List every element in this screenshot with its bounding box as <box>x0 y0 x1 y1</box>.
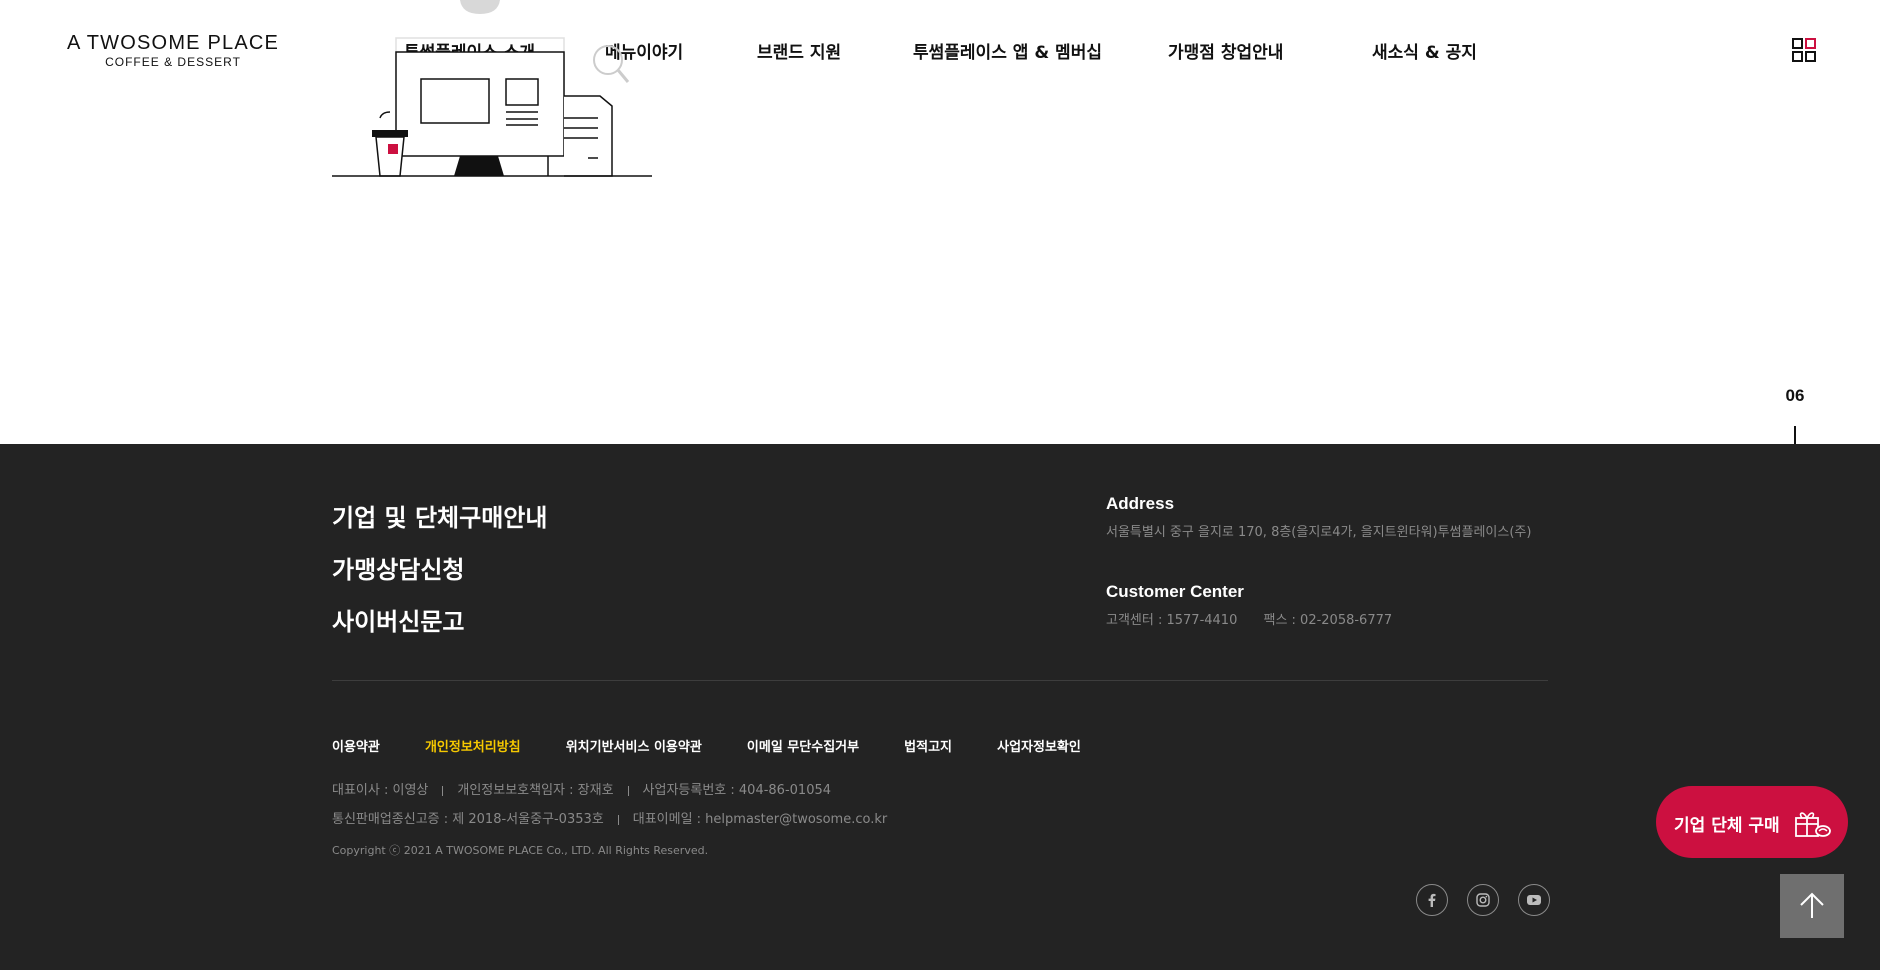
social-links <box>1416 884 1564 916</box>
customer-fax: 팩스 : 02-2058-6777 <box>1263 613 1393 628</box>
quick-link-franchise-consult[interactable]: 가맹상담신청 <box>332 544 547 596</box>
grid-menu-icon[interactable] <box>1792 38 1816 62</box>
desk-illustration <box>332 0 652 180</box>
cta-label: 기업 단체 구매 <box>1674 816 1780 836</box>
policy-business-info[interactable]: 사업자정보확인 <box>997 740 1081 755</box>
logo-sub-text: COFFEE & DESSERT <box>105 55 241 69</box>
corp-mail-order-number: 통신판매업종신고증 : 제 2018-서울중구-0353호 <box>332 812 604 827</box>
corp-biz-number: 사업자등록번호 : 404-86-01054 <box>642 783 832 798</box>
policy-legal[interactable]: 법적고지 <box>904 740 952 755</box>
nav-item-app-membership[interactable]: 투썸플레이스 앱 & 멤버십 <box>913 38 1102 63</box>
customer-phone: 고객센터 : 1577-4410 <box>1106 613 1238 628</box>
corp-privacy-officer: 개인정보보호책임자 : 장재호 <box>457 783 614 798</box>
site-header: A TWOSOME PLACE COFFEE & DESSERT 투썸플레이스 … <box>0 0 1880 100</box>
scroll-top-button[interactable] <box>1780 874 1844 938</box>
nav-item-franchise[interactable]: 가맹점 창업안내 <box>1168 38 1283 63</box>
policy-privacy[interactable]: 개인정보처리방침 <box>425 740 521 755</box>
policy-terms[interactable]: 이용약관 <box>332 740 380 755</box>
policy-email-refusal[interactable]: 이메일 무단수집거부 <box>747 740 859 755</box>
logo-main-text: A TWOSOME PLACE <box>66 32 280 54</box>
customer-center-text: 고객센터 : 1577-4410 팩스 : 02-2058-6777 <box>1106 612 1566 630</box>
footer-quick-links: 기업 및 단체구매안내 가맹상담신청 사이버신문고 <box>332 492 547 648</box>
footer-divider <box>332 680 1548 681</box>
page-current: 06 <box>1785 386 1805 405</box>
corp-email: 대표이메일 : helpmaster@twosome.co.kr <box>632 812 888 827</box>
corp-ceo: 대표이사 : 이영상 <box>332 783 429 798</box>
youtube-icon[interactable] <box>1518 884 1551 916</box>
policy-location-terms[interactable]: 위치기반서비스 이용약관 <box>566 740 702 755</box>
customer-center-title: Customer Center <box>1106 582 1244 601</box>
nav-item-brand[interactable]: 브랜드 지원 <box>757 38 841 63</box>
copyright-text: Copyright ⓒ 2021 A TWOSOME PLACE Co., LT… <box>332 844 709 857</box>
quick-link-corporate-purchase[interactable]: 기업 및 단체구매안내 <box>332 492 547 544</box>
footer-contact-info: Address 서울특별시 중구 을지로 170, 8층(을지로4가, 을지트윈… <box>1106 494 1566 630</box>
address-title: Address <box>1106 494 1175 513</box>
site-footer: 기업 및 단체구매안내 가맹상담신청 사이버신문고 Address 서울특별시 … <box>0 444 1880 970</box>
arrow-up-icon <box>1800 892 1824 918</box>
corporate-purchase-button[interactable]: 기업 단체 구매 <box>1656 786 1848 858</box>
quick-link-cyber-complaint[interactable]: 사이버신문고 <box>332 596 547 648</box>
instagram-icon[interactable] <box>1467 884 1500 916</box>
footer-policy-links: 이용약관 개인정보처리방침 위치기반서비스 이용약관 이메일 무단수집거부 법적… <box>332 736 1121 755</box>
gift-coffee-icon <box>1794 808 1832 842</box>
facebook-icon[interactable] <box>1416 884 1448 916</box>
address-text: 서울특별시 중구 을지로 170, 8층(을지로4가, 을지트윈타워)투썸플레이… <box>1106 525 1532 540</box>
corporate-info: 대표이사 : 이영상 개인정보보호책임자 : 장재호 사업자등록번호 : 404-8… <box>332 776 887 834</box>
corp-line-2: 통신판매업종신고증 : 제 2018-서울중구-0353호 대표이메일 : hel… <box>332 805 887 834</box>
corp-line-1: 대표이사 : 이영상 개인정보보호책임자 : 장재호 사업자등록번호 : 404-8… <box>332 776 887 805</box>
nav-item-news[interactable]: 새소식 & 공지 <box>1372 38 1477 63</box>
brand-logo[interactable]: A TWOSOME PLACE COFFEE & DESSERT <box>64 33 282 69</box>
